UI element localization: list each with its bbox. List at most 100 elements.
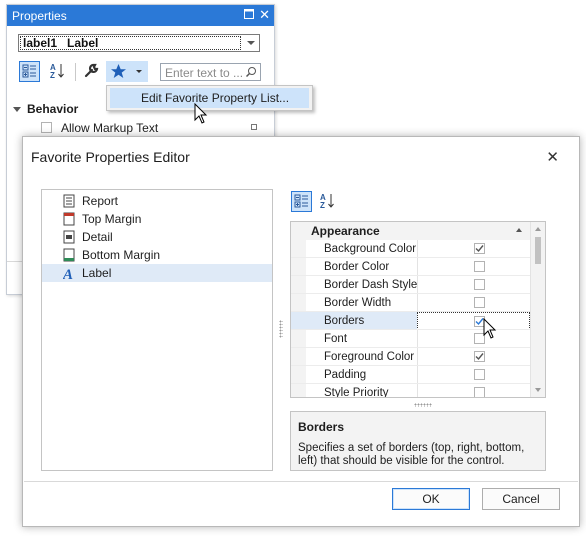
close-icon[interactable]: ✕ — [259, 8, 270, 21]
property-value-cell[interactable] — [417, 258, 530, 276]
tree-item-detail[interactable]: Detail — [42, 228, 272, 246]
alphabetical-view-button[interactable]: A Z — [317, 191, 338, 212]
alphabetical-view-button[interactable]: A Z — [47, 61, 68, 82]
object-selector-combo[interactable]: label1 Label — [18, 34, 260, 52]
ok-button[interactable]: OK — [392, 488, 470, 510]
favorite-checkbox[interactable] — [474, 351, 485, 362]
close-icon[interactable]: ✕ — [546, 148, 559, 166]
property-value-cell[interactable] — [417, 294, 530, 312]
object-selector-value: label1 Label — [23, 36, 99, 50]
property-search-input[interactable]: Enter text to ... — [160, 63, 261, 81]
cancel-button[interactable]: Cancel — [482, 488, 560, 510]
property-row[interactable]: Style Priority — [291, 384, 530, 398]
tree-item-label: Bottom Margin — [82, 248, 161, 262]
sort-az-icon: A Z — [320, 193, 334, 210]
property-row[interactable]: Foreground Color — [291, 348, 530, 366]
properties-title: Properties — [12, 9, 67, 23]
report-elements-tree: Report Top Margin Detail Bottom Margin A… — [41, 189, 273, 471]
tree-item-label[interactable]: A Label — [42, 264, 272, 282]
favorite-checkbox[interactable] — [474, 243, 485, 254]
chevron-down-icon[interactable] — [247, 41, 255, 45]
description-title: Borders — [298, 420, 345, 434]
favorite-checkbox[interactable] — [474, 261, 485, 272]
property-value-cell[interactable] — [417, 240, 530, 258]
property-row[interactable]: Border Dash Style — [291, 276, 530, 294]
favorite-checkbox[interactable] — [474, 297, 485, 308]
property-grid: Appearance Background Color Border Color B… — [290, 221, 546, 398]
scroll-thumb[interactable] — [535, 237, 541, 264]
description-text: Specifies a set of borders (top, right, … — [298, 442, 525, 467]
property-pages-button[interactable] — [82, 61, 103, 82]
search-placeholder: Enter text to ... — [165, 66, 244, 80]
category-label: Appearance — [311, 224, 380, 238]
top-margin-icon — [63, 212, 75, 226]
checkmark-icon — [475, 245, 484, 253]
star-icon — [111, 64, 126, 78]
properties-titlebar: Properties ✕ — [7, 5, 274, 26]
splitter-horizontal[interactable] — [414, 403, 432, 407]
property-row[interactable]: Allow Markup Text — [41, 121, 271, 135]
maximize-icon[interactable] — [244, 9, 254, 19]
bottom-margin-icon — [63, 248, 75, 262]
category-appearance[interactable]: Appearance — [291, 222, 530, 240]
property-name: Border Dash Style — [324, 279, 418, 291]
favorite-checkbox[interactable] — [474, 387, 485, 397]
categorized-icon — [22, 64, 36, 78]
property-name: Style Priority — [324, 387, 389, 398]
collapse-icon — [13, 107, 21, 112]
grid-scrollbar[interactable] — [530, 222, 545, 397]
tree-item-label: Detail — [82, 230, 113, 244]
category-label: Behavior — [27, 102, 79, 116]
tree-item-label: Report — [82, 194, 119, 208]
scroll-up-icon[interactable] — [535, 227, 541, 231]
splitter-vertical[interactable] — [279, 320, 283, 338]
sort-az-icon: A Z — [50, 63, 64, 80]
svg-text:A: A — [63, 267, 73, 280]
dialog-title: Favorite Properties Editor — [31, 149, 190, 165]
property-name: Border Color — [324, 261, 390, 273]
category-behavior[interactable]: Behavior — [13, 102, 78, 116]
property-row[interactable]: Padding — [291, 366, 530, 384]
categorized-view-button[interactable] — [19, 61, 40, 82]
property-value-cell[interactable] — [417, 330, 530, 348]
menu-item-edit-favorites[interactable]: Edit Favorite Property List... — [110, 88, 309, 108]
mouse-cursor-icon — [483, 318, 497, 339]
chevron-down-icon — [136, 70, 142, 73]
property-value-cell[interactable] — [417, 384, 530, 397]
description-panel: Borders Specifies a set of borders (top,… — [290, 411, 546, 471]
default-value-marker-icon — [251, 124, 257, 130]
tree-item-label: Top Margin — [82, 212, 142, 226]
menu-item-label: Edit Favorite Property List... — [141, 91, 290, 105]
favorite-checkbox[interactable] — [474, 279, 485, 290]
categorized-icon — [294, 194, 308, 208]
collapse-arrow-icon[interactable] — [516, 228, 522, 232]
property-name: Padding — [324, 369, 367, 381]
wrench-icon — [84, 63, 99, 78]
property-row[interactable]: Background Color — [291, 240, 530, 258]
report-icon — [63, 194, 75, 208]
property-row[interactable]: Border Width — [291, 294, 530, 312]
tree-item-top-margin[interactable]: Top Margin — [42, 210, 272, 228]
checkbox[interactable] — [41, 122, 52, 133]
property-value-cell[interactable] — [417, 366, 530, 384]
tree-item-bottom-margin[interactable]: Bottom Margin — [42, 246, 272, 264]
toolbar-separator — [75, 63, 76, 81]
property-name: Foreground Color — [324, 351, 415, 363]
favorites-dropdown-menu: Edit Favorite Property List... — [106, 85, 313, 111]
property-value-cell[interactable] — [417, 348, 530, 366]
property-row[interactable]: Border Color — [291, 258, 530, 276]
property-value-cell[interactable] — [417, 276, 530, 294]
property-name: Allow Markup Text — [61, 121, 159, 135]
categorized-view-button[interactable] — [291, 191, 312, 212]
search-icon[interactable] — [245, 66, 257, 78]
property-value-cell[interactable] — [417, 312, 530, 330]
favorite-checkbox[interactable] — [474, 369, 485, 380]
detail-icon — [63, 230, 75, 244]
mouse-cursor-icon — [194, 103, 208, 124]
scroll-down-icon[interactable] — [535, 388, 541, 392]
property-name: Font — [324, 333, 348, 345]
favorites-button[interactable] — [106, 61, 148, 82]
property-name: Border Width — [324, 297, 392, 309]
footer-divider — [24, 481, 578, 482]
tree-item-report[interactable]: Report — [42, 192, 272, 210]
